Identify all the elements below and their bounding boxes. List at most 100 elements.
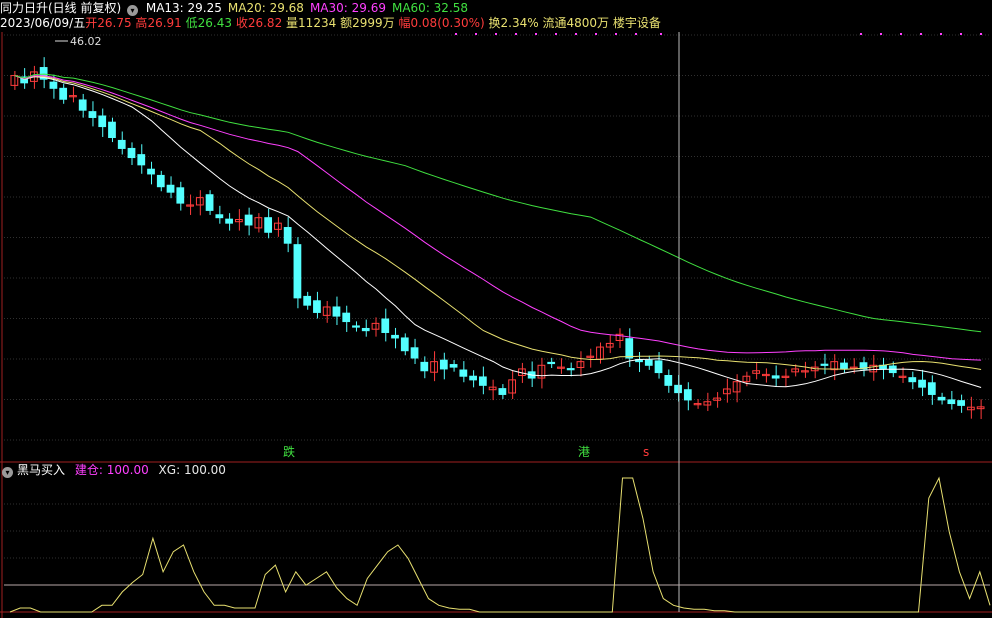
close-value: 26.82 bbox=[247, 16, 283, 30]
candle-down bbox=[205, 194, 214, 211]
sector-label[interactable]: 楼宇设备 bbox=[613, 16, 661, 30]
chevron-down-icon[interactable]: ▾ bbox=[2, 467, 13, 478]
candle-down bbox=[391, 334, 399, 339]
candle-down bbox=[98, 115, 107, 128]
marker-gang: 港 bbox=[578, 445, 590, 459]
candle-down bbox=[176, 187, 185, 204]
candle-down bbox=[957, 400, 965, 406]
stock-title[interactable]: 同力日升(日线 前复权) bbox=[0, 1, 121, 15]
candle-down bbox=[771, 375, 780, 379]
candle-down bbox=[469, 375, 477, 381]
candle-down bbox=[313, 300, 321, 313]
candle-down bbox=[664, 374, 673, 386]
candle-down bbox=[342, 312, 351, 323]
signal-dot bbox=[980, 33, 982, 35]
candle-down bbox=[820, 363, 829, 366]
candle-down bbox=[654, 360, 663, 374]
float-value: 4800万 bbox=[566, 16, 610, 30]
candle-down bbox=[927, 382, 936, 395]
signal-dot bbox=[660, 33, 662, 35]
candle-down bbox=[361, 327, 370, 332]
candle-down bbox=[88, 111, 97, 118]
candle-down bbox=[439, 359, 448, 370]
candle-down bbox=[244, 214, 253, 226]
signal-dot bbox=[535, 33, 537, 35]
ma-legend-ma20: MA20: 29.68 bbox=[227, 1, 304, 15]
signal-dot bbox=[575, 33, 577, 35]
candle-down bbox=[293, 244, 302, 299]
open-value: 26.75 bbox=[97, 16, 132, 30]
change-value: 0.08(0.30%) bbox=[410, 16, 485, 30]
candle-down bbox=[264, 217, 273, 233]
indicator-line1-value: 100.00 bbox=[106, 463, 149, 477]
candle-down bbox=[410, 347, 419, 359]
marker-die: 跌 bbox=[283, 444, 295, 459]
high-price-marker: 46.02 bbox=[70, 35, 102, 48]
indicator-line bbox=[9, 476, 991, 613]
candle-down bbox=[674, 384, 682, 394]
candle-down bbox=[498, 388, 507, 395]
candle-down bbox=[156, 174, 165, 188]
candle-down bbox=[303, 295, 312, 306]
candle-down bbox=[478, 376, 487, 386]
candle-down bbox=[283, 227, 292, 244]
volume-value: 11234 bbox=[298, 16, 337, 30]
signal-dot bbox=[960, 33, 962, 35]
candle-down bbox=[117, 139, 126, 149]
candle-down bbox=[840, 362, 848, 370]
candle-down bbox=[918, 379, 926, 388]
candle-down bbox=[166, 184, 175, 193]
ma-legend: MA13: 29.25 MA20: 29.68 MA30: 29.69 MA60: 3… bbox=[146, 1, 474, 15]
signal-dot bbox=[880, 33, 882, 35]
candle-down bbox=[947, 399, 956, 405]
turnover-value: 2.34% bbox=[500, 16, 539, 30]
candle-down bbox=[459, 369, 468, 377]
signal-dot bbox=[455, 33, 457, 35]
signal-dot bbox=[475, 33, 477, 35]
candle-down bbox=[78, 99, 87, 111]
ma13-line bbox=[14, 75, 982, 388]
title-row: 同力日升(日线 前复权) ▾ MA13: 29.25 MA20: 29.68 MA3… bbox=[0, 0, 474, 16]
candle-down bbox=[49, 81, 58, 89]
candle-down bbox=[127, 147, 136, 159]
signal-dot bbox=[940, 33, 942, 35]
candle-down bbox=[352, 325, 360, 328]
signal-dot bbox=[515, 33, 517, 35]
signal-dot bbox=[635, 33, 637, 35]
candle-down bbox=[381, 318, 390, 333]
candle-down bbox=[420, 361, 429, 372]
low-value: 26.43 bbox=[197, 16, 232, 30]
candle-down bbox=[566, 368, 575, 371]
ma30-line bbox=[14, 75, 982, 361]
candle-down bbox=[400, 337, 409, 352]
signal-dot bbox=[495, 33, 497, 35]
indicator-legend: ▾ 黑马买入 建仓: 100.00 XG: 100.00 bbox=[0, 462, 226, 478]
ma20-line bbox=[14, 75, 982, 370]
candle-down bbox=[908, 377, 917, 383]
kline-chart[interactable]: 46.02 跌 港 s bbox=[0, 0, 992, 618]
candle-down bbox=[137, 154, 146, 166]
signal-dot bbox=[900, 33, 902, 35]
amount-value: 2999万 bbox=[352, 16, 395, 30]
candle-down bbox=[644, 359, 653, 366]
candle-down bbox=[215, 214, 224, 219]
candle-down bbox=[108, 121, 116, 139]
candle-down bbox=[547, 361, 556, 365]
marker-s: s bbox=[643, 445, 649, 459]
candle-down bbox=[937, 396, 946, 401]
candle-up bbox=[234, 219, 243, 223]
signal-dot bbox=[920, 33, 922, 35]
candle-down bbox=[449, 364, 458, 368]
signal-dot bbox=[615, 33, 617, 35]
ma-legend-ma30: MA30: 29.69 bbox=[309, 1, 386, 15]
ma60-line bbox=[14, 73, 982, 333]
candle-down bbox=[147, 168, 155, 175]
candle-down bbox=[59, 87, 68, 100]
high-value: 26.91 bbox=[147, 16, 182, 30]
indicator-name[interactable]: 黑马买入 bbox=[17, 463, 65, 477]
indicator-line2-value: 100.00 bbox=[183, 463, 226, 477]
candle-down bbox=[625, 338, 634, 359]
candle-down bbox=[683, 389, 692, 401]
signal-dot bbox=[860, 33, 862, 35]
signal-dot bbox=[555, 33, 557, 35]
